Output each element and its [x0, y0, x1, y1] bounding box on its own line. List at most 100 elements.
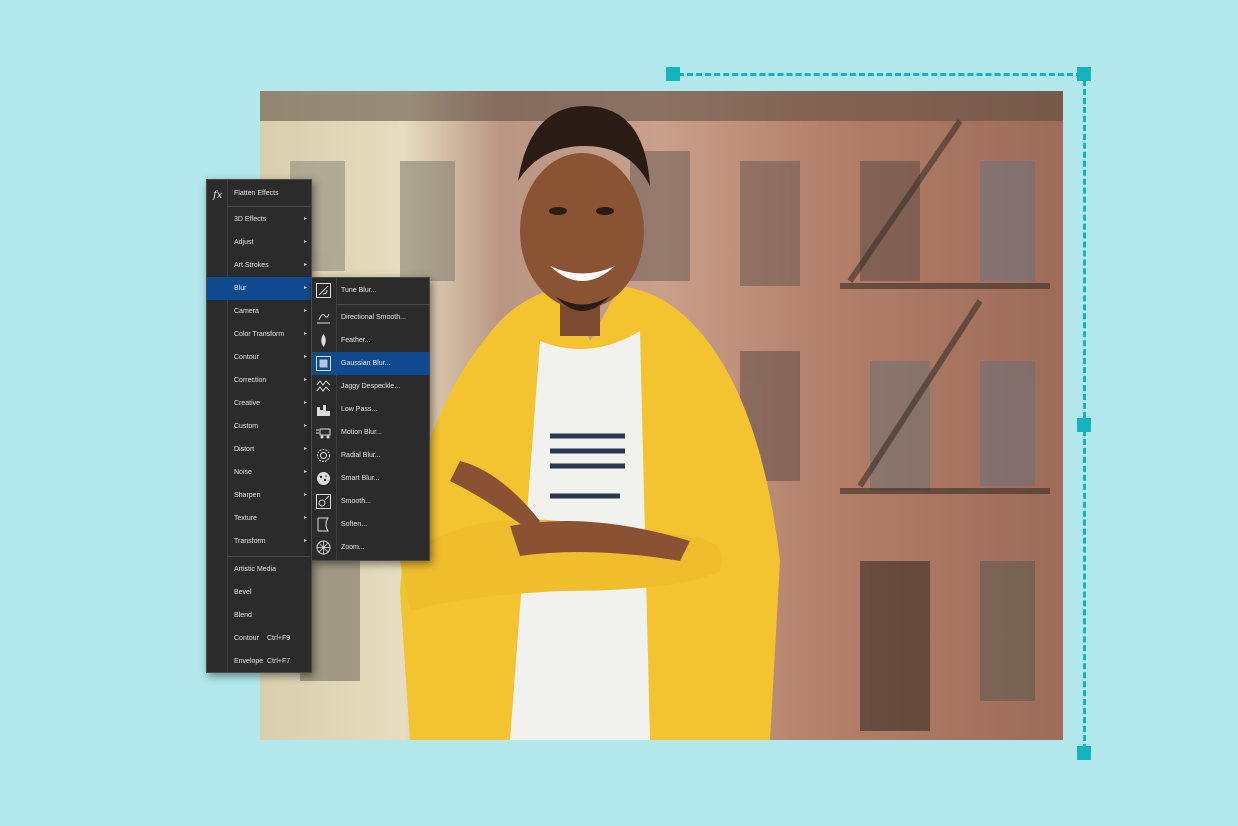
smooth-icon	[316, 494, 331, 509]
submenu-item-directional-smooth[interactable]: Directional Smooth...	[312, 306, 429, 329]
menu-item-bevel[interactable]: Bevel	[207, 581, 311, 604]
menu-item-artistic-media[interactable]: Artistic Media	[207, 558, 311, 581]
menu-item-contour[interactable]: Contour ▸	[207, 346, 311, 369]
submenu-arrow-icon: ▸	[303, 400, 307, 406]
menu-item-label: Distort	[234, 446, 255, 453]
menu-item-label: Envelope	[234, 658, 264, 665]
motion-blur-icon	[316, 428, 331, 439]
gaussian-blur-icon	[316, 356, 331, 371]
submenu-item-low-pass[interactable]: Low Pass...	[312, 398, 429, 421]
submenu-item-label: Gaussian Blur...	[341, 360, 391, 367]
menu-item-sharpen[interactable]: Sharpen ▸	[207, 484, 311, 507]
menu-item-label: Blur	[234, 285, 247, 292]
menu-item-adjust[interactable]: Adjust ▸	[207, 231, 311, 254]
selection-frame-right-edge	[1083, 80, 1086, 750]
submenu-item-radial-blur[interactable]: Radial Blur...	[312, 444, 429, 467]
menu-item-flatten-effects[interactable]: fx Flatten Effects	[207, 182, 311, 205]
submenu-arrow-icon: ▸	[303, 262, 307, 268]
submenu-arrow-icon: ▸	[303, 308, 307, 314]
selection-handle-top-left[interactable]	[666, 67, 680, 81]
menu-item-label: Camera	[234, 308, 259, 315]
feather-icon	[321, 334, 326, 347]
submenu-item-motion-blur[interactable]: Motion Blur...	[312, 421, 429, 444]
menu-item-blend[interactable]: Blend	[207, 604, 311, 627]
low-pass-icon	[317, 405, 330, 416]
fx-icon: fx	[212, 190, 223, 201]
submenu-item-label: Jaggy Despeckle...	[341, 383, 401, 390]
submenu-item-tune-blur[interactable]: Tune Blur...	[312, 279, 429, 302]
submenu-item-label: Low Pass...	[341, 406, 378, 413]
menu-item-label: Artistic Media	[234, 566, 277, 573]
menu-item-label: Adjust	[234, 239, 254, 246]
submenu-item-gaussian-blur[interactable]: Gaussian Blur...	[312, 352, 429, 375]
directional-smooth-icon	[317, 313, 330, 324]
menu-separator	[227, 206, 311, 207]
submenu-item-jaggy-despeckle[interactable]: Jaggy Despeckle...	[312, 375, 429, 398]
radial-blur-icon	[317, 449, 330, 462]
menu-item-correction[interactable]: Correction ▸	[207, 369, 311, 392]
menu-item-transform[interactable]: Transform ▸	[207, 530, 311, 553]
menu-item-custom[interactable]: Custom ▸	[207, 415, 311, 438]
menu-item-art-strokes[interactable]: Art Strokes ▸	[207, 254, 311, 277]
submenu-item-label: Directional Smooth...	[341, 314, 406, 321]
menu-item-label: Texture	[234, 515, 257, 522]
submenu-arrow-icon: ▸	[303, 377, 307, 383]
tune-blur-icon	[316, 283, 331, 298]
menu-item-color-transform[interactable]: Color Transform ▸	[207, 323, 311, 346]
svg-text:fx: fx	[212, 190, 223, 201]
submenu-arrow-icon: ▸	[303, 446, 307, 452]
selection-handle-top-right[interactable]	[1077, 67, 1091, 81]
submenu-arrow-icon: ▸	[303, 331, 307, 337]
submenu-arrow-icon: ▸	[303, 423, 307, 429]
smart-blur-icon	[317, 472, 330, 485]
submenu-arrow-icon: ▸	[303, 239, 307, 245]
menu-item-label: Art Strokes	[234, 262, 269, 269]
menu-item-label: Bevel	[234, 589, 252, 596]
menu-item-distort[interactable]: Distort ▸	[207, 438, 311, 461]
submenu-item-label: Tune Blur...	[341, 287, 377, 294]
submenu-item-label: Radial Blur...	[341, 452, 381, 459]
submenu-item-label: Feather...	[341, 337, 371, 344]
submenu-arrow-icon: ▸	[303, 538, 307, 544]
submenu-item-zoom[interactable]: Zoom...	[312, 536, 429, 559]
submenu-arrow-icon: ▸	[303, 469, 307, 475]
submenu-item-smart-blur[interactable]: Smart Blur...	[312, 467, 429, 490]
jaggy-despeckle-icon	[316, 380, 331, 392]
menu-item-3d-effects[interactable]: 3D Effects ▸	[207, 208, 311, 231]
submenu-item-soften[interactable]: Soften...	[312, 513, 429, 536]
menu-item-shortcut: Ctrl+F9	[267, 635, 291, 642]
menu-item-label: Creative	[234, 400, 261, 407]
menu-item-label: 3D Effects	[234, 216, 267, 223]
zoom-blur-icon	[316, 540, 331, 555]
menu-item-label: Contour	[234, 354, 259, 361]
submenu-arrow-icon: ▸	[303, 285, 307, 291]
menu-item-label: Blend	[234, 612, 252, 619]
menu-item-envelope[interactable]: Envelope Ctrl+F7	[207, 650, 311, 673]
menu-item-contour-tool[interactable]: Contour Ctrl+F9	[207, 627, 311, 650]
menu-item-label: Noise	[234, 469, 252, 476]
menu-item-blur[interactable]: Blur ▸	[207, 277, 311, 300]
menu-item-label: Color Transform	[234, 331, 285, 338]
menu-item-label: Correction	[234, 377, 267, 384]
menu-item-label: Custom	[234, 423, 259, 430]
menu-item-creative[interactable]: Creative ▸	[207, 392, 311, 415]
menu-item-label: Transform	[234, 538, 266, 545]
submenu-arrow-icon: ▸	[303, 216, 307, 222]
submenu-arrow-icon: ▸	[303, 354, 307, 360]
menu-item-shortcut: Ctrl+F7	[267, 658, 291, 665]
menu-item-camera[interactable]: Camera ▸	[207, 300, 311, 323]
menu-item-noise[interactable]: Noise ▸	[207, 461, 311, 484]
submenu-item-label: Smart Blur...	[341, 475, 380, 482]
submenu-item-label: Motion Blur...	[341, 429, 382, 436]
selection-handle-bottom-right[interactable]	[1077, 746, 1091, 760]
menu-item-texture[interactable]: Texture ▸	[207, 507, 311, 530]
selection-handle-middle-right[interactable]	[1077, 418, 1091, 432]
menu-separator	[227, 556, 311, 557]
menu-item-label: Contour	[234, 635, 259, 642]
effects-menu: fx Flatten Effects 3D Effects ▸ Adjust ▸ A…	[206, 179, 312, 673]
submenu-item-label: Zoom...	[341, 544, 365, 551]
submenu-item-feather[interactable]: Feather...	[312, 329, 429, 352]
submenu-item-label: Soften...	[341, 521, 368, 528]
submenu-arrow-icon: ▸	[303, 515, 307, 521]
submenu-item-smooth[interactable]: Smooth...	[312, 490, 429, 513]
